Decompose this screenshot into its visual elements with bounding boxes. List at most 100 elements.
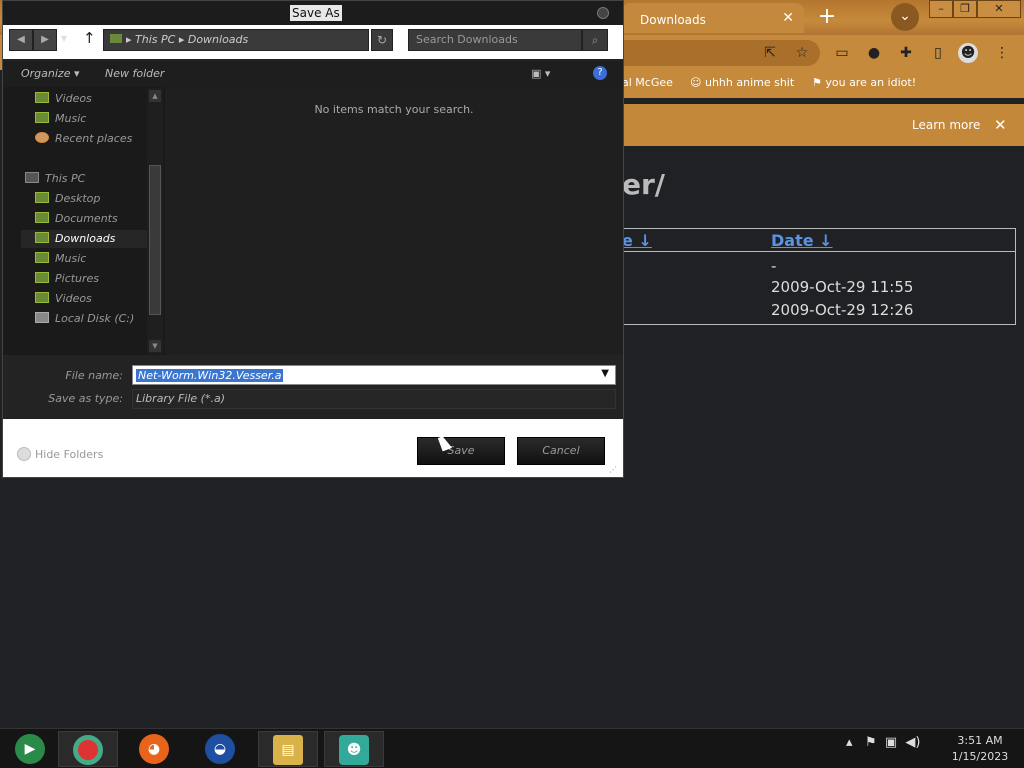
drive-icon [35, 312, 49, 323]
nav-item-downloads[interactable]: Downloads [21, 230, 147, 248]
file-name-input[interactable]: Net-Worm.Win32.Vesser.a ▼ [132, 365, 616, 385]
tab-close-icon[interactable]: ✕ [782, 10, 794, 26]
help-icon[interactable]: ? [593, 66, 607, 80]
clock-date: 1/15/2023 [951, 750, 1009, 763]
view-options-icon[interactable]: ▣ ▾ [531, 67, 550, 80]
tab-search-button[interactable]: ⌄ [891, 3, 919, 31]
search-icon[interactable]: ⌕ [582, 29, 608, 51]
taskbar-app-firefox[interactable]: ◕ [124, 731, 184, 767]
nav-item-videos[interactable]: Videos [35, 290, 92, 308]
taskbar-app-media-center[interactable]: ▶ [0, 731, 60, 767]
address-bar[interactable] [610, 40, 820, 66]
save-type-select[interactable]: Library File (*.a) [132, 389, 616, 409]
new-folder-button[interactable]: New folder [105, 67, 164, 80]
nav-item-videos[interactable]: Videos [35, 90, 92, 108]
bookmark-item[interactable]: ⚑ you are an idiot! [812, 76, 916, 89]
organize-button[interactable]: Organize ▾ [21, 67, 80, 80]
action-center-flag-icon[interactable]: ⚑ [865, 735, 877, 750]
refresh-icon[interactable]: ↻ [371, 29, 393, 51]
taskbar-app-file-explorer[interactable]: ▤ [258, 731, 318, 767]
bookmark-item[interactable]: al McGee [622, 76, 673, 89]
dialog-titlebar[interactable]: Save As [3, 1, 623, 25]
nav-item-music[interactable]: Music [35, 250, 86, 268]
taskbar-app-obama[interactable]: ◒ [190, 731, 250, 767]
extensions-puzzle-icon[interactable]: ✚ [896, 43, 916, 63]
clock-time: 3:51 AM [957, 734, 1003, 747]
bookmark-star-icon[interactable]: ☆ [792, 43, 812, 63]
nav-item-recent-places[interactable]: Recent places [35, 130, 132, 148]
extension-avatar-icon[interactable]: ● [864, 43, 884, 63]
bookmarks-bar: al McGee ☺ uhhh anime shit ⚑ you are an … [622, 70, 1024, 98]
nav-item-desktop[interactable]: Desktop [35, 190, 100, 208]
column-header-name[interactable]: e ↓ [622, 231, 652, 250]
tab-title: Downloads [640, 13, 706, 27]
empty-message: No items match your search. [314, 103, 474, 116]
taskbar: ▶ ◕ ◒ ▤ ☻ ▴ ⚑ ▣ ◀) 3:51 AM 1/15/2023 [0, 728, 1024, 768]
taskbar-app-network-people[interactable]: ☻ [324, 731, 384, 767]
bookmark-item[interactable]: ☺ uhhh anime shit [690, 76, 794, 89]
folder-icon [35, 252, 49, 263]
scrollbar-thumb[interactable] [149, 165, 161, 315]
folder-icon [35, 212, 49, 223]
back-icon[interactable]: ◀ [9, 29, 33, 51]
dropdown-icon[interactable]: ▾ [61, 31, 67, 45]
side-panel-icon[interactable]: ▯ [928, 43, 948, 63]
chevron-down-icon[interactable]: ▼ [599, 368, 611, 379]
breadcrumb[interactable]: ▸ This PC ▸ Downloads [103, 29, 369, 51]
clock[interactable]: 3:51 AM 1/15/2023 [940, 733, 1020, 765]
firefox-icon: ◕ [139, 734, 169, 764]
maximize-button[interactable]: ❐ [953, 0, 977, 18]
profile-icon[interactable]: ☻ [958, 43, 978, 63]
extension-flag-icon[interactable]: ▭ [832, 43, 852, 63]
close-window-button[interactable]: ✕ [977, 0, 1021, 18]
cancel-button[interactable]: Cancel [517, 437, 605, 465]
breadcrumb-this-pc[interactable]: This PC [135, 33, 175, 46]
folder-icon [35, 272, 49, 283]
minimize-button[interactable]: – [929, 0, 953, 18]
nav-item-local-disk[interactable]: Local Disk (C:) [35, 310, 134, 328]
command-bar: Organize ▾ New folder ▣ ▾ ? [3, 61, 623, 87]
save-button[interactable]: Save [417, 437, 505, 465]
search-input[interactable]: Search Downloads [408, 29, 582, 51]
file-list-area[interactable]: No items match your search. [165, 87, 623, 355]
share-icon[interactable]: ⇱ [760, 43, 780, 63]
forward-icon[interactable]: ▶ [33, 29, 57, 51]
up-arrow-icon[interactable]: ↑ [83, 29, 96, 47]
dialog-close-icon[interactable] [597, 7, 609, 19]
sort-arrow-icon: ↓ [819, 231, 833, 250]
nav-item-this-pc[interactable]: This PC [25, 170, 85, 188]
pc-icon [25, 172, 39, 183]
infobar-close-icon[interactable]: ✕ [994, 116, 1007, 134]
media-center-icon: ▶ [15, 734, 45, 764]
nav-item-documents[interactable]: Documents [35, 210, 118, 228]
save-as-dialog: Save As ◀ ▶ ▾ ↑ ▸ This PC ▸ Downloads ↻ … [2, 0, 624, 478]
learn-more-link[interactable]: Learn more [912, 118, 980, 132]
nav-item-pictures[interactable]: Pictures [35, 270, 99, 288]
chrome-icon [73, 735, 103, 765]
nav-item-music[interactable]: Music [35, 110, 86, 128]
scroll-down-icon[interactable]: ▼ [149, 340, 161, 352]
volume-icon[interactable]: ◀) [905, 735, 920, 750]
menu-icon[interactable]: ⋮ [992, 43, 1012, 63]
address-row: ◀ ▶ ▾ ↑ ▸ This PC ▸ Downloads ↻ Search D… [3, 25, 623, 59]
folder-icon [35, 92, 49, 103]
new-tab-button[interactable]: + [814, 6, 840, 30]
show-hidden-icons-icon[interactable]: ▴ [846, 735, 853, 750]
navigation-pane: Videos Music Recent places This PC Deskt… [3, 87, 165, 355]
tab-downloads[interactable]: Downloads ✕ [622, 3, 804, 33]
file-name-label: File name: [65, 369, 123, 382]
resize-grip-icon[interactable]: ⋰ [609, 465, 617, 474]
folder-icon [35, 112, 49, 123]
people-icon: ☻ [339, 735, 369, 765]
hide-folders-button[interactable]: Hide Folders [17, 447, 103, 461]
taskbar-app-chrome[interactable] [58, 731, 118, 767]
system-tray: ▴ ⚑ ▣ ◀) [846, 735, 921, 750]
scroll-up-icon[interactable]: ▲ [149, 90, 161, 102]
save-type-label: Save as type: [48, 392, 123, 405]
column-header-date[interactable]: Date ↓ [771, 231, 833, 250]
file-name-value: Net-Worm.Win32.Vesser.a [136, 369, 284, 382]
page-heading: er/ [622, 168, 666, 201]
folder-icon [35, 192, 49, 203]
breadcrumb-downloads[interactable]: Downloads [188, 33, 248, 46]
network-icon[interactable]: ▣ [885, 735, 897, 750]
